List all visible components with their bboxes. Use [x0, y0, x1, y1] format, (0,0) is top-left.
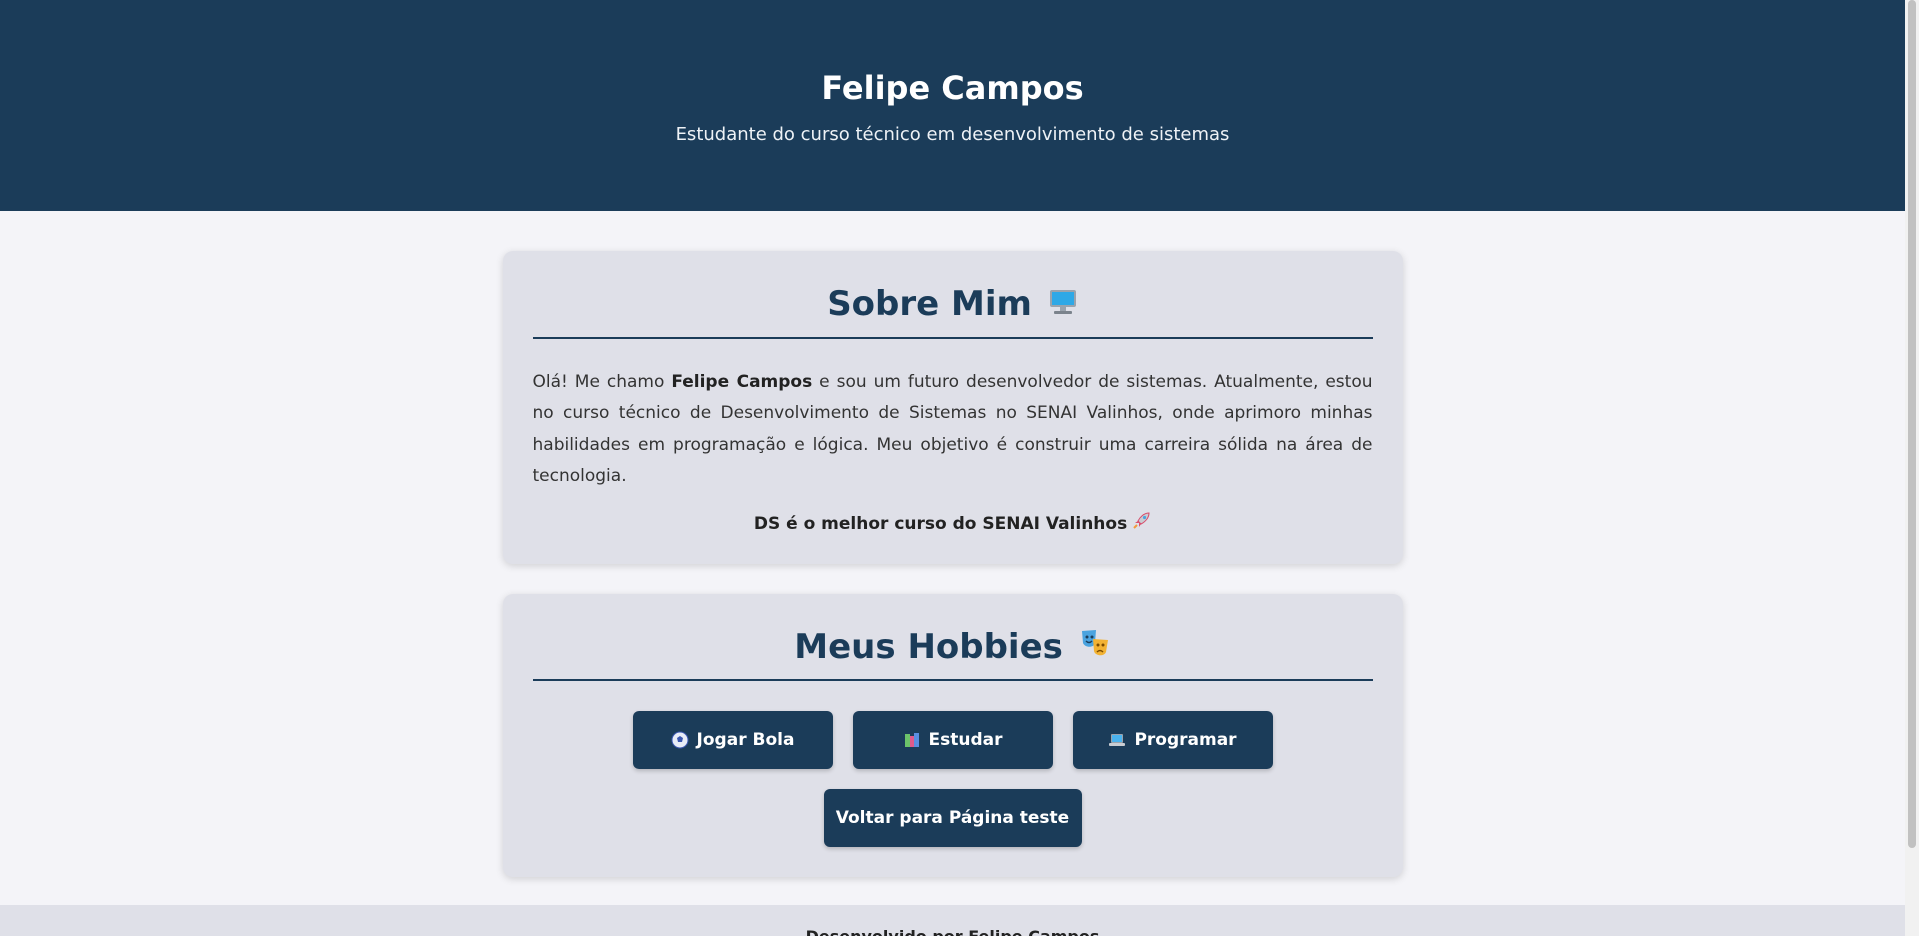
books-icon	[903, 731, 921, 749]
soccer-ball-icon	[671, 731, 689, 749]
back-button[interactable]: Voltar para Página teste	[823, 789, 1082, 847]
main-content: Sobre Mim Olá! Me chamo Felipe Campos e …	[502, 251, 1403, 877]
about-text-start: Olá! Me chamo	[532, 371, 672, 392]
hobbies-heading-text: Meus Hobbies	[794, 626, 1063, 667]
course-highlight-text: DS é o melhor curso do SENAI Valinhos	[753, 513, 1128, 534]
back-row: Voltar para Página teste	[533, 789, 1373, 847]
page-footer: Desenvolvido por Felipe Campos	[0, 905, 1905, 936]
hobby-button-programar[interactable]: Programar	[1072, 711, 1273, 769]
hobby-list: Jogar Bola Estudar Programar	[533, 711, 1373, 769]
hobby-label: Estudar	[928, 730, 1003, 750]
theater-masks-icon	[1079, 627, 1111, 669]
laptop-icon	[1108, 731, 1126, 749]
page-subtitle: Estudante do curso técnico em desenvolvi…	[675, 124, 1230, 145]
hobby-label: Programar	[1134, 730, 1237, 750]
course-highlight: DS é o melhor curso do SENAI Valinhos	[533, 511, 1373, 534]
page: Felipe Campos Estudante do curso técnico…	[0, 0, 1905, 936]
hobbies-heading: Meus Hobbies	[532, 626, 1373, 681]
rocket-icon	[1133, 511, 1151, 529]
page-title: Felipe Campos	[821, 69, 1084, 107]
hobby-button-jogar-bola[interactable]: Jogar Bola	[632, 711, 833, 769]
vertical-scrollbar[interactable]	[1905, 0, 1919, 936]
about-heading: Sobre Mim	[532, 283, 1373, 339]
footer-text: Desenvolvido por Felipe Campos	[806, 927, 1100, 936]
about-name-bold: Felipe Campos	[671, 371, 813, 392]
page-header: Felipe Campos Estudante do curso técnico…	[0, 0, 1905, 211]
computer-monitor-icon	[1048, 285, 1078, 327]
hobby-button-estudar[interactable]: Estudar	[852, 711, 1053, 769]
about-heading-text: Sobre Mim	[827, 284, 1032, 324]
about-card: Sobre Mim Olá! Me chamo Felipe Campos e …	[502, 251, 1403, 564]
scrollbar-thumb[interactable]	[1908, 0, 1916, 848]
hobbies-card: Meus Hobbies Jogar Bola Estudar Programa…	[502, 593, 1403, 877]
hobby-label: Jogar Bola	[696, 730, 795, 750]
about-paragraph: Olá! Me chamo Felipe Campos e sou um fut…	[533, 367, 1373, 493]
